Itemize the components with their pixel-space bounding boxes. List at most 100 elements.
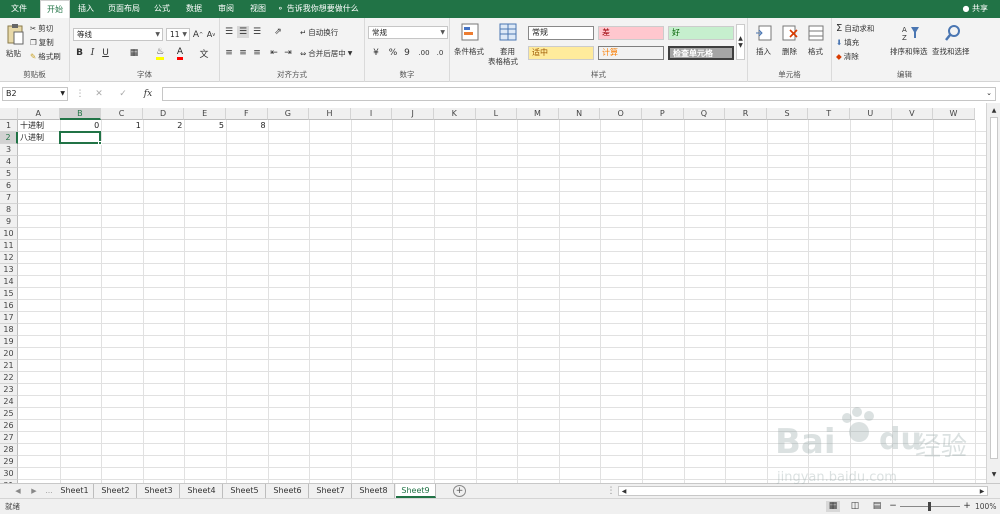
wrap-text-button[interactable]: ↵ 自动换行	[300, 27, 338, 38]
column-header-r[interactable]: R	[725, 108, 767, 120]
insert-cells-icon[interactable]	[754, 22, 774, 44]
cell-e1[interactable]: 5	[184, 120, 226, 132]
row-header-1[interactable]: 1	[0, 120, 18, 132]
sheet-tab-sheet3[interactable]: Sheet3	[138, 484, 180, 498]
cell-c1[interactable]: 1	[101, 120, 143, 132]
row-header-16[interactable]: 16	[0, 300, 18, 312]
sheet-tab-sheet7[interactable]: Sheet7	[310, 484, 352, 498]
format-cells-icon[interactable]	[806, 22, 826, 44]
align-center-icon[interactable]: ≡	[237, 47, 249, 59]
column-header-g[interactable]: G	[267, 108, 310, 120]
delete-cells-label[interactable]: 删除	[782, 46, 797, 57]
formula-input[interactable]: ⌄	[162, 87, 996, 101]
row-header-9[interactable]: 9	[0, 216, 18, 228]
number-format-select[interactable]: 常规 ▼	[368, 26, 448, 39]
style-good[interactable]: 好	[668, 26, 734, 40]
zoom-in-icon[interactable]: +	[962, 501, 972, 512]
column-header-o[interactable]: O	[600, 108, 642, 120]
delete-cells-icon[interactable]	[780, 22, 800, 44]
row-header-28[interactable]: 28	[0, 444, 18, 456]
currency-icon[interactable]: ¥	[368, 47, 384, 59]
format-cells-label[interactable]: 格式	[808, 46, 823, 57]
cell-a2[interactable]: 八进制	[18, 132, 60, 144]
sheet-tab-sheet2[interactable]: Sheet2	[95, 484, 137, 498]
tab-data[interactable]: 数据	[180, 0, 208, 18]
column-header-b[interactable]: B	[59, 108, 102, 120]
insert-function-button[interactable]: fx	[140, 87, 156, 101]
sheet-tab-sheet1[interactable]: Sheet1	[56, 484, 94, 498]
align-right-icon[interactable]: ≡	[251, 47, 263, 59]
paste-button[interactable]	[4, 21, 26, 47]
row-header-14[interactable]: 14	[0, 276, 18, 288]
column-header-s[interactable]: S	[766, 108, 809, 120]
find-select-label[interactable]: 查找和选择	[932, 46, 970, 57]
column-header-u[interactable]: U	[850, 108, 892, 120]
row-header-4[interactable]: 4	[0, 156, 18, 168]
new-sheet-button[interactable]: +	[453, 485, 466, 497]
row-header-29[interactable]: 29	[0, 456, 18, 468]
sheet-tab-sheet5[interactable]: Sheet5	[224, 484, 266, 498]
name-box[interactable]: B2 ▼	[2, 87, 68, 101]
increase-decimal-icon[interactable]: .00	[417, 47, 431, 59]
copy-button[interactable]: ❐ 复制	[30, 37, 54, 48]
column-header-q[interactable]: Q	[683, 108, 726, 120]
sheet-tab-sheet9[interactable]: Sheet9	[396, 484, 436, 498]
column-header-h[interactable]: H	[309, 108, 351, 120]
cell-a1[interactable]: 十进制	[18, 120, 60, 132]
autosum-button[interactable]: Σ 自动求和	[836, 23, 874, 34]
row-header-27[interactable]: 27	[0, 432, 18, 444]
fill-color-button[interactable]: ♨	[152, 47, 168, 60]
column-header-k[interactable]: K	[434, 108, 476, 120]
column-header-a[interactable]: A	[18, 108, 60, 120]
scroll-thumb[interactable]	[990, 117, 998, 459]
more-sheets-icon[interactable]: …	[44, 485, 54, 497]
row-header-18[interactable]: 18	[0, 324, 18, 336]
tab-view[interactable]: 视图	[244, 0, 272, 18]
style-normal[interactable]: 常规	[528, 26, 594, 40]
column-header-d[interactable]: D	[142, 108, 185, 120]
zoom-out-icon[interactable]: −	[888, 501, 898, 512]
row-header-8[interactable]: 8	[0, 204, 18, 216]
row-header-21[interactable]: 21	[0, 360, 18, 372]
vertical-scrollbar[interactable]: ▲ ▼	[986, 103, 1000, 483]
tab-page-layout[interactable]: 页面布局	[104, 0, 144, 18]
prev-sheet-icon[interactable]: ◀	[12, 485, 24, 497]
percent-button[interactable]: %	[387, 47, 399, 59]
sheet-tab-sheet8[interactable]: Sheet8	[353, 484, 395, 498]
align-left-icon[interactable]: ≡	[223, 47, 235, 59]
sheet-tab-sheet4[interactable]: Sheet4	[181, 484, 223, 498]
select-all-corner[interactable]	[0, 108, 18, 120]
normal-view-icon[interactable]: ▦	[826, 501, 840, 512]
phonetic-button[interactable]: 文	[196, 47, 212, 60]
row-header-26[interactable]: 26	[0, 420, 18, 432]
scroll-down-icon[interactable]: ▼	[989, 469, 999, 479]
horizontal-scrollbar[interactable]: ◀ ▶	[618, 486, 988, 496]
align-bottom-icon[interactable]: ☰	[251, 26, 263, 38]
scroll-left-icon[interactable]: ◀	[619, 487, 629, 495]
column-header-f[interactable]: F	[226, 108, 268, 120]
merge-center-button[interactable]: ⇔ 合并后居中 ▼	[300, 48, 352, 59]
font-size-select[interactable]: 11 ▼	[166, 28, 190, 41]
column-header-c[interactable]: C	[101, 108, 143, 120]
format-painter-button[interactable]: ✎ 格式刷	[30, 51, 61, 62]
row-header-24[interactable]: 24	[0, 396, 18, 408]
italic-button[interactable]: I	[87, 47, 98, 59]
column-header-w[interactable]: W	[933, 108, 975, 120]
column-header-t[interactable]: T	[808, 108, 850, 120]
borders-button[interactable]: ▦	[126, 47, 142, 59]
row-header-13[interactable]: 13	[0, 264, 18, 276]
column-header-n[interactable]: N	[558, 108, 601, 120]
cancel-icon[interactable]: ✕	[92, 87, 106, 101]
clear-button[interactable]: ◆ 清除	[836, 51, 859, 62]
row-header-20[interactable]: 20	[0, 348, 18, 360]
sort-filter-label[interactable]: 排序和筛选	[890, 46, 928, 57]
page-break-view-icon[interactable]: ▤	[870, 501, 884, 512]
row-header-30[interactable]: 30	[0, 468, 18, 480]
align-middle-icon[interactable]: ☰	[237, 26, 249, 38]
tab-home[interactable]: 开始	[40, 0, 70, 18]
column-header-l[interactable]: L	[475, 108, 518, 120]
row-header-5[interactable]: 5	[0, 168, 18, 180]
increase-indent-icon[interactable]: ⇥	[282, 47, 294, 59]
style-bad[interactable]: 差	[598, 26, 664, 40]
tab-formulas[interactable]: 公式	[148, 0, 176, 18]
